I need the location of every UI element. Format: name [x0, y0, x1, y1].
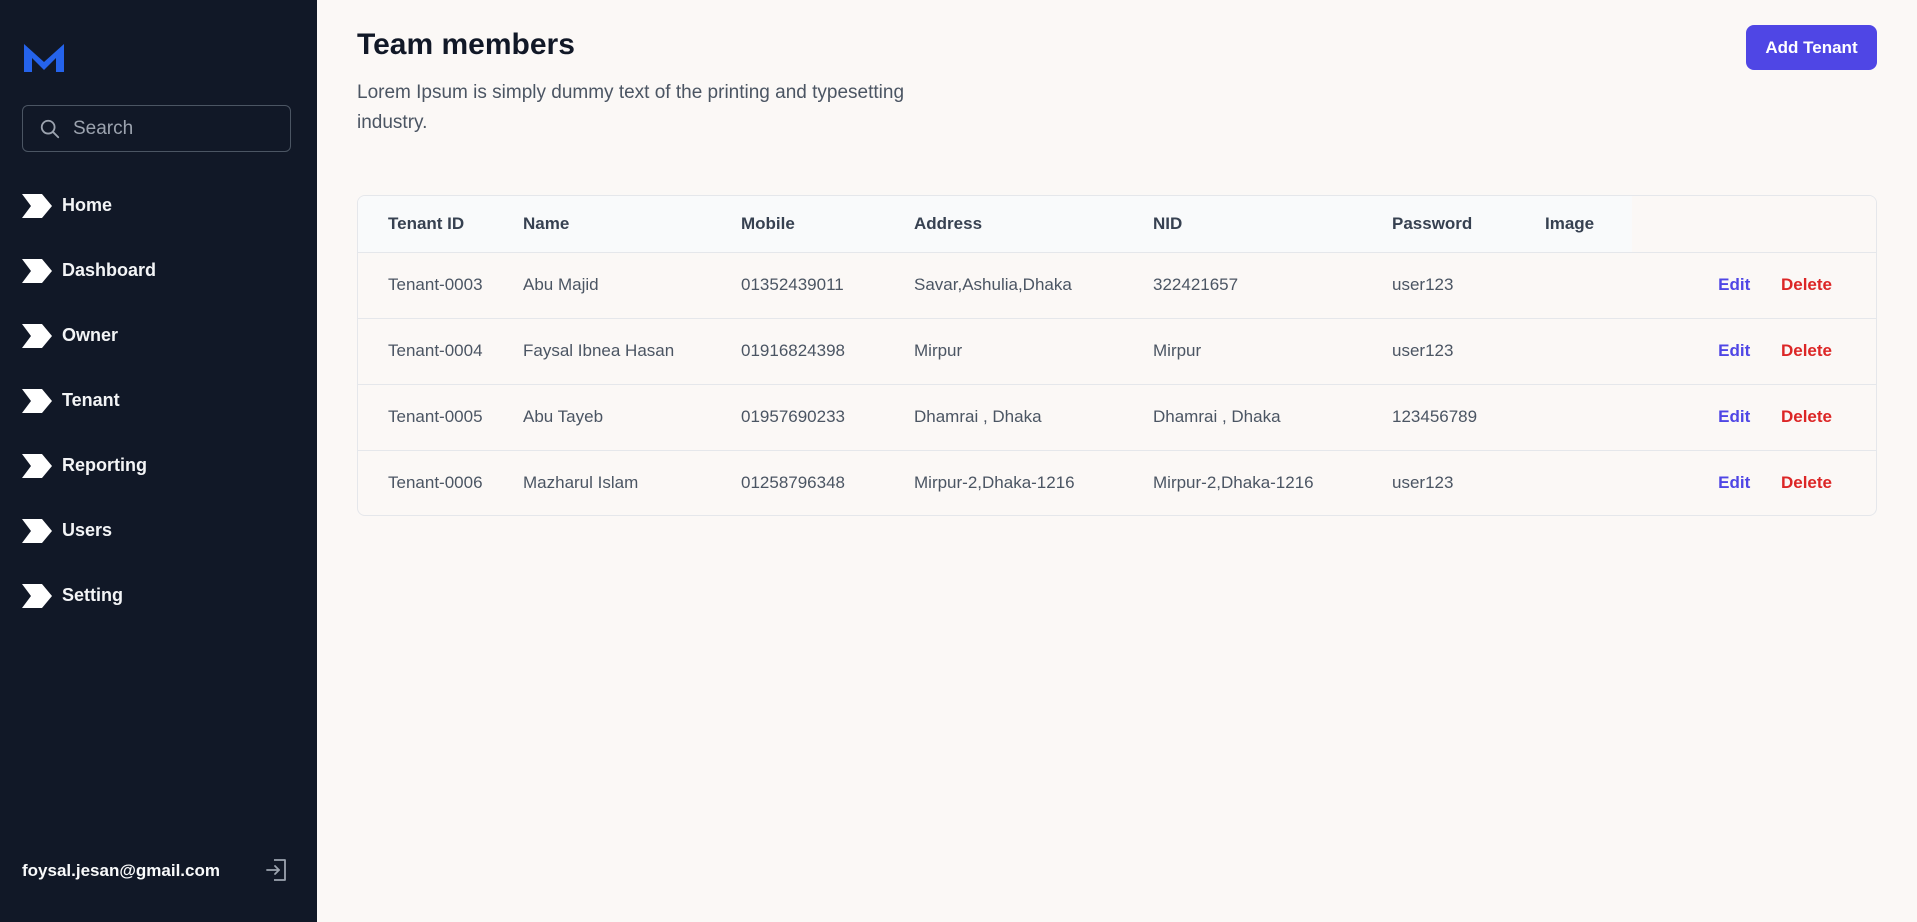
chevron-arrow-icon	[22, 323, 52, 348]
cell-password: user123	[1392, 449, 1545, 515]
chevron-arrow-icon	[22, 388, 52, 413]
search-box	[22, 105, 291, 152]
chevron-arrow-icon	[22, 518, 52, 543]
edit-link[interactable]: Edit	[1718, 473, 1750, 492]
table-row: Tenant-0005 Abu Tayeb 01957690233 Dhamra…	[358, 383, 1876, 450]
column-header-address: Address	[914, 196, 1153, 253]
sidebar-nav: Home Dashboard Owner Tenant Reporting Us…	[0, 173, 317, 628]
table-row: Tenant-0004 Faysal Ibnea Hasan 019168243…	[358, 317, 1876, 384]
table-header-row: Tenant ID Name Mobile Address NID Passwo…	[358, 196, 1876, 253]
column-header-image: Image	[1545, 196, 1632, 253]
page-subtitle: Lorem Ipsum is simply dummy text of the …	[357, 82, 905, 133]
cell-nid: Mirpur-2,Dhaka-1216	[1153, 449, 1392, 515]
cell-image	[1545, 383, 1632, 450]
cell-tenant-id: Tenant-0003	[388, 275, 483, 294]
cell-image	[1545, 252, 1632, 318]
cell-password: user123	[1392, 317, 1545, 384]
sidebar-item-home[interactable]: Home	[0, 173, 317, 238]
chevron-arrow-icon	[22, 453, 52, 478]
cell-actions: Edit Delete	[1632, 252, 1876, 318]
column-header-actions	[1632, 196, 1876, 253]
user-email: foysal.jesan@gmail.com	[22, 861, 220, 880]
edit-link[interactable]: Edit	[1718, 407, 1750, 426]
column-header-tenant-id: Tenant ID	[358, 196, 523, 253]
brand-logo-icon[interactable]	[22, 40, 66, 74]
search-icon	[40, 119, 60, 139]
sidebar-item-label: Home	[62, 195, 113, 215]
sidebar-item-label: Dashboard	[62, 260, 157, 280]
cell-tenant-id: Tenant-0004	[358, 317, 523, 384]
search-input[interactable]	[73, 106, 283, 151]
cell-mobile: 01258796348	[741, 449, 914, 515]
chevron-arrow-icon	[22, 193, 52, 218]
edit-link[interactable]: Edit	[1718, 275, 1750, 294]
add-tenant-button[interactable]: Add Tenant	[1746, 25, 1877, 70]
sidebar-item-reporting[interactable]: Reporting	[0, 433, 317, 498]
delete-link[interactable]: Delete	[1781, 407, 1832, 426]
cell-mobile: 01916824398	[741, 317, 914, 384]
cell-actions: Edit Delete	[1632, 449, 1876, 515]
cell-mobile: 01957690233	[741, 383, 914, 450]
cell-address: Dhamrai , Dhaka	[914, 383, 1153, 450]
sidebar-item-label: Owner	[62, 325, 119, 345]
delete-link[interactable]: Delete	[1781, 473, 1832, 492]
cell-name: Faysal Ibnea Hasan	[523, 317, 741, 384]
page-title: Team members	[357, 28, 575, 61]
cell-name: Abu Majid	[523, 275, 599, 294]
cell-name: Abu Tayeb	[523, 383, 741, 450]
cell-actions: Edit Delete	[1632, 383, 1876, 450]
logout-icon[interactable]	[265, 857, 289, 883]
sidebar-item-label: Setting	[62, 585, 123, 605]
table-row: Tenant-0006 Mazharul Islam 01258796348 M…	[358, 449, 1876, 515]
cell-password: 123456789	[1392, 383, 1545, 450]
column-header-mobile: Mobile	[741, 196, 914, 253]
cell-mobile: 01352439011	[741, 275, 844, 294]
cell-tenant-id: Tenant-0005	[358, 383, 523, 450]
cell-nid: Mirpur	[1153, 317, 1392, 384]
column-header-name: Name	[523, 196, 741, 253]
cell-password: user123	[1392, 275, 1454, 294]
sidebar-item-label: Reporting	[62, 455, 147, 475]
cell-nid: 322421657	[1153, 275, 1239, 294]
column-header-nid: NID	[1153, 196, 1392, 253]
cell-address: Mirpur	[914, 317, 1153, 384]
delete-link[interactable]: Delete	[1781, 275, 1832, 294]
column-header-password: Password	[1392, 196, 1545, 253]
cell-address: Savar,Ashulia,Dhaka	[914, 275, 1072, 294]
sidebar: Home Dashboard Owner Tenant Reporting Us…	[0, 0, 317, 922]
delete-link[interactable]: Delete	[1781, 341, 1832, 360]
edit-link[interactable]: Edit	[1718, 341, 1750, 360]
cell-nid: Dhamrai , Dhaka	[1153, 383, 1392, 450]
table-row: Tenant-0003 Abu Majid 01352439011 Savar,…	[358, 252, 1876, 318]
tenant-table: Tenant ID Name Mobile Address NID Passwo…	[357, 195, 1877, 516]
sidebar-item-label: Tenant	[62, 390, 120, 410]
cell-tenant-id: Tenant-0006	[358, 449, 523, 515]
sidebar-item-owner[interactable]: Owner	[0, 303, 317, 368]
chevron-arrow-icon	[22, 583, 52, 608]
sidebar-item-dashboard[interactable]: Dashboard	[0, 238, 317, 303]
sidebar-item-tenant[interactable]: Tenant	[0, 368, 317, 433]
sidebar-item-label: Users	[62, 520, 113, 540]
cell-image	[1545, 449, 1632, 515]
cell-actions: Edit Delete	[1632, 317, 1876, 384]
cell-image	[1545, 317, 1632, 384]
cell-address: Mirpur-2,Dhaka-1216	[914, 449, 1153, 515]
chevron-arrow-icon	[22, 258, 52, 283]
sidebar-item-users[interactable]: Users	[0, 498, 317, 563]
sidebar-item-setting[interactable]: Setting	[0, 563, 317, 628]
cell-name: Mazharul Islam	[523, 449, 741, 515]
